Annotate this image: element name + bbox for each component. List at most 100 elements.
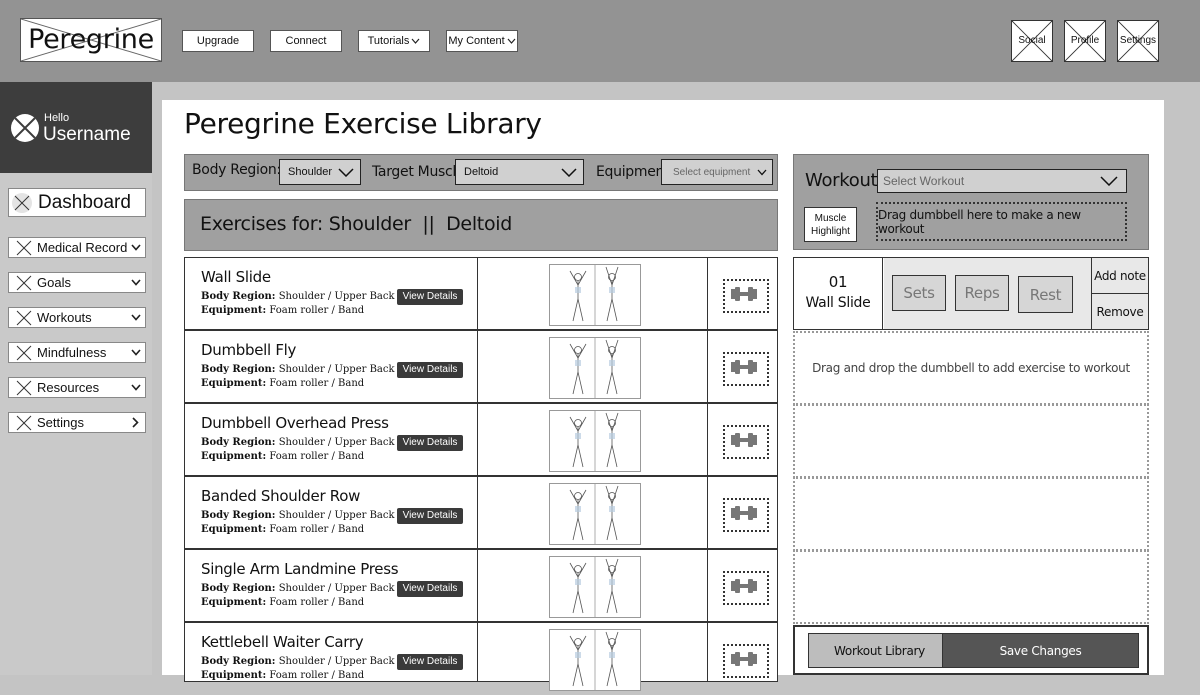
- dumbbell-icon: [731, 287, 757, 301]
- entry-name: Wall Slide: [805, 295, 871, 311]
- sidebar-item-label: Goals: [37, 275, 71, 290]
- exercise-dropzone[interactable]: [793, 477, 1149, 551]
- row-divider: [707, 623, 708, 681]
- logo[interactable]: Peregrine: [20, 18, 162, 62]
- equipment-placeholder: Select equipment: [673, 166, 751, 178]
- target-muscle-select[interactable]: Deltoid: [455, 159, 584, 185]
- view-details-button[interactable]: View Details: [397, 289, 463, 305]
- view-details-button[interactable]: View Details: [397, 362, 463, 378]
- exercise-row: Dumbbell Fly Body Region: Shoulder / Uppe…: [184, 330, 778, 403]
- avatar-placeholder-icon: [14, 117, 36, 139]
- sidebar-item-settings[interactable]: Settings: [8, 412, 146, 433]
- exercise-image: [549, 556, 641, 618]
- workout-library-button[interactable]: Workout Library: [808, 633, 951, 668]
- row-divider: [477, 550, 478, 621]
- chevron-down-icon: [131, 384, 141, 391]
- exercise-row: Wall Slide Body Region: Shoulder / Upper …: [184, 257, 778, 330]
- nav-my-content-dropdown[interactable]: My Content: [446, 30, 518, 52]
- username: Username: [43, 124, 131, 145]
- nav-tutorials-label: Tutorials: [367, 35, 410, 47]
- dumbbell-icon: [731, 433, 757, 447]
- settings-button[interactable]: Settings: [1117, 20, 1159, 62]
- save-changes-button[interactable]: Save Changes: [942, 633, 1139, 668]
- x-placeholder-icon: [15, 379, 33, 397]
- exercise-dropzone[interactable]: [793, 404, 1149, 478]
- exercise-figure-icon: [569, 265, 619, 325]
- dumbbell-drag-handle[interactable]: [723, 425, 769, 459]
- chevron-down-icon: [561, 167, 577, 177]
- exercise-equipment: Equipment: Foam roller / Band: [201, 524, 365, 535]
- row-divider: [707, 331, 708, 402]
- exercise-row: Kettlebell Waiter Carry Body Region: Shou…: [184, 622, 778, 691]
- exercise-figure-icon: [569, 557, 619, 617]
- social-button[interactable]: Social: [1011, 20, 1053, 62]
- exercise-image: [549, 337, 641, 399]
- sidebar-item-workouts[interactable]: Workouts: [8, 307, 146, 328]
- profile-button[interactable]: Profile: [1064, 20, 1106, 62]
- remove-button[interactable]: Remove: [1091, 293, 1149, 330]
- exercises-for-heading: Exercises for: Shoulder || Deltoid: [200, 213, 513, 235]
- workout-library-label: Workout Library: [834, 643, 925, 658]
- view-details-button[interactable]: View Details: [397, 508, 463, 524]
- rest-label: Rest: [1029, 285, 1062, 304]
- settings-label: Settings: [1119, 35, 1157, 46]
- equipment-select[interactable]: Select equipment: [661, 159, 773, 185]
- exercise-figure-icon: [569, 484, 619, 544]
- dumbbell-drag-handle[interactable]: [723, 644, 769, 678]
- add-note-button[interactable]: Add note: [1091, 257, 1149, 294]
- x-placeholder-icon: [15, 274, 33, 292]
- row-divider: [707, 477, 708, 548]
- exercise-name: Kettlebell Waiter Carry: [201, 633, 364, 651]
- exercise-dropzone[interactable]: [793, 550, 1149, 624]
- workout-select[interactable]: Select Workout: [877, 169, 1127, 193]
- chevron-right-icon: [132, 417, 139, 428]
- workout-select-placeholder: Select Workout: [883, 174, 965, 188]
- sidebar-item-label: Settings: [37, 415, 84, 430]
- exercise-name: Single Arm Landmine Press: [201, 560, 399, 578]
- rest-input[interactable]: Rest: [1018, 276, 1073, 313]
- drop-hint: Drag and drop the dumbbell to add exerci…: [812, 361, 1130, 375]
- reps-label: Reps: [964, 284, 1000, 302]
- x-placeholder-icon: [15, 239, 33, 257]
- sidebar-item-goals[interactable]: Goals: [8, 272, 146, 293]
- dumbbell-drag-handle[interactable]: [723, 279, 769, 313]
- sidebar-item-label: Mindfulness: [37, 345, 107, 360]
- exercise-row: Single Arm Landmine Press Body Region: Sh…: [184, 549, 778, 622]
- avatar[interactable]: [11, 114, 39, 142]
- sidebar-item-resources[interactable]: Resources: [8, 377, 146, 398]
- chevron-down-icon: [131, 279, 141, 286]
- dumbbell-drag-handle[interactable]: [723, 498, 769, 532]
- exercise-dropzone[interactable]: Drag and drop the dumbbell to add exerci…: [793, 331, 1149, 405]
- body-region-select[interactable]: Shoulder: [279, 159, 361, 185]
- sets-input[interactable]: Sets: [892, 275, 946, 311]
- dumbbell-icon: [731, 360, 757, 374]
- view-details-button[interactable]: View Details: [397, 581, 463, 597]
- muscle-highlight-button[interactable]: Muscle Highlight: [804, 207, 857, 242]
- sidebar-item-medical-record[interactable]: Medical Record: [8, 237, 146, 258]
- reps-input[interactable]: Reps: [955, 275, 1009, 311]
- row-divider: [707, 550, 708, 621]
- body-region-label: Body Region:: [192, 162, 281, 178]
- workout-label: Workout:: [805, 170, 884, 191]
- dumbbell-drag-handle[interactable]: [723, 352, 769, 386]
- page-title: Peregrine Exercise Library: [184, 107, 542, 140]
- exercise-equipment: Equipment: Foam roller / Band: [201, 451, 365, 462]
- sidebar-item-dashboard[interactable]: Dashboard: [8, 188, 146, 217]
- chevron-down-icon: [338, 167, 354, 177]
- view-details-button[interactable]: View Details: [397, 654, 463, 670]
- exercise-name: Banded Shoulder Row: [201, 487, 361, 505]
- exercise-row: Banded Shoulder Row Body Region: Shoulder…: [184, 476, 778, 549]
- nav-tutorials-dropdown[interactable]: Tutorials: [358, 30, 430, 52]
- chevron-down-icon: [1100, 176, 1118, 186]
- sidebar-item-mindfulness[interactable]: Mindfulness: [8, 342, 146, 363]
- view-details-button[interactable]: View Details: [397, 435, 463, 451]
- exercise-equipment: Equipment: Foam roller / Band: [201, 305, 365, 316]
- nav-upgrade-button[interactable]: Upgrade: [182, 30, 254, 52]
- chevron-down-icon: [131, 244, 141, 251]
- x-placeholder-icon: [12, 192, 32, 213]
- nav-connect-label: Connect: [285, 35, 327, 47]
- new-workout-dropzone[interactable]: Drag dumbbell here to make a new workout: [876, 202, 1127, 241]
- dumbbell-drag-handle[interactable]: [723, 571, 769, 605]
- nav-connect-button[interactable]: Connect: [270, 30, 342, 52]
- nav-upgrade-label: Upgrade: [196, 35, 240, 47]
